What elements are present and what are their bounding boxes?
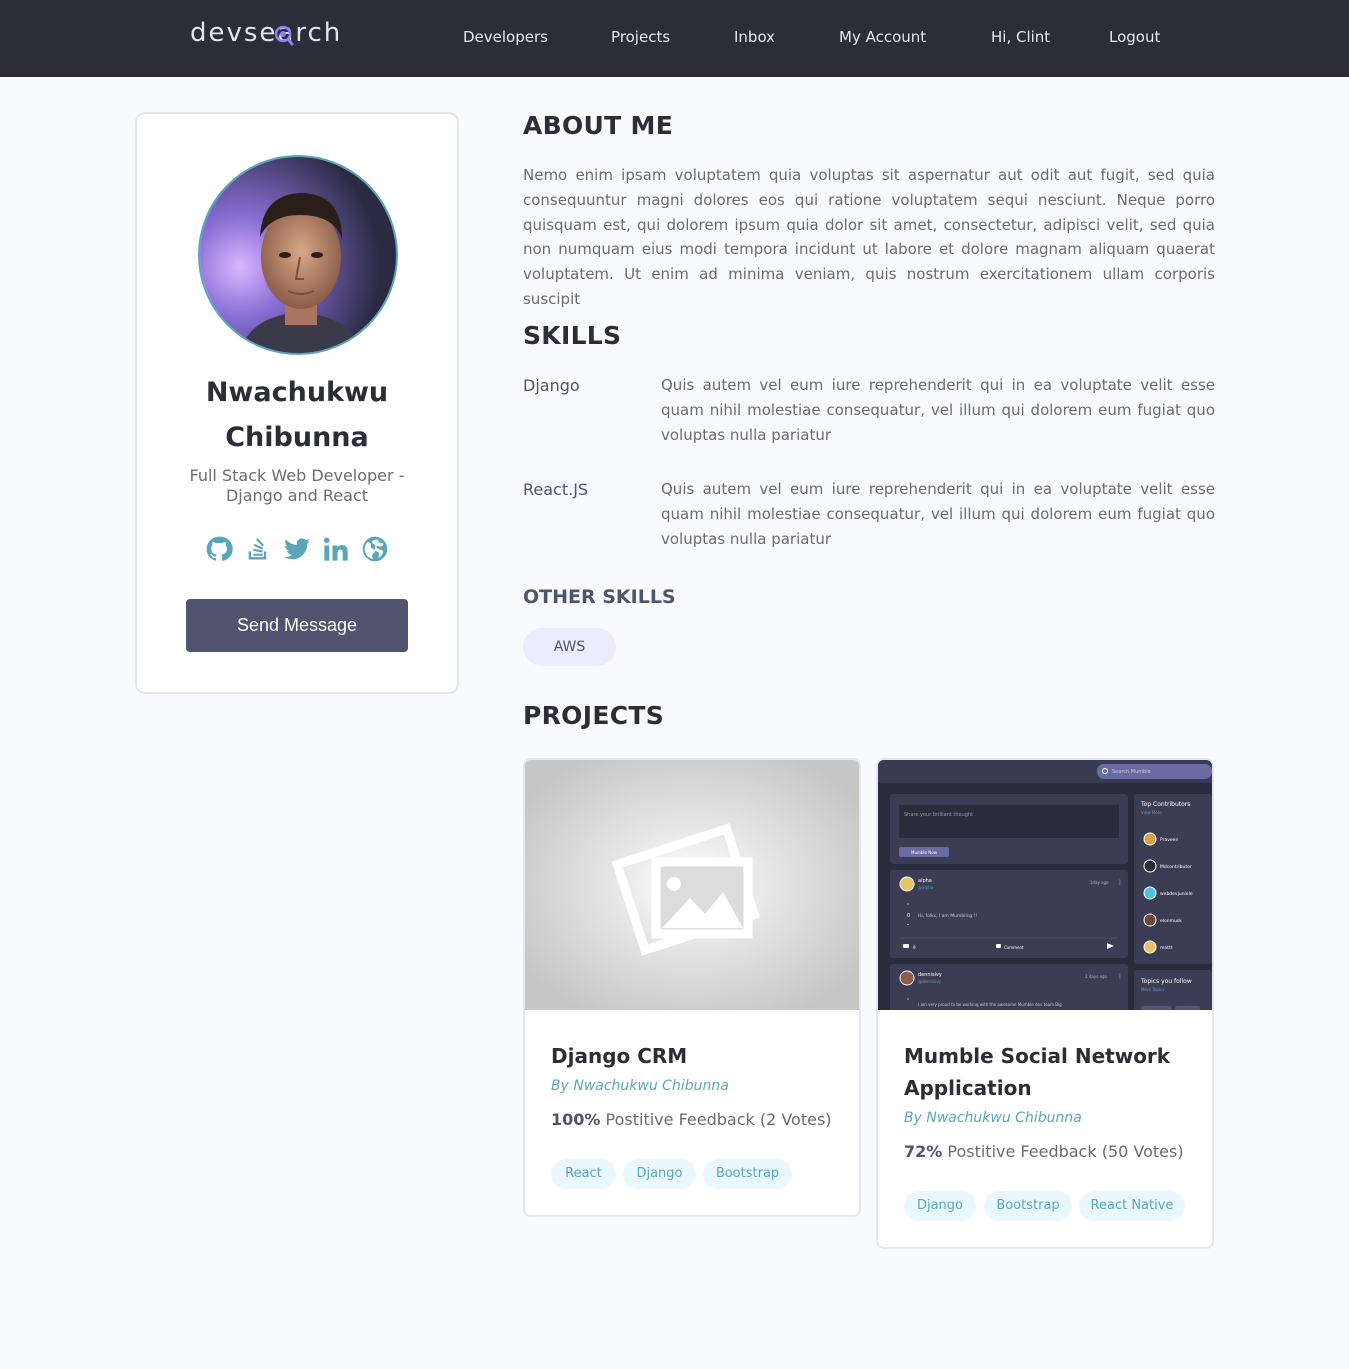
svg-text:elonmusk: elonmusk	[1160, 918, 1182, 924]
globe-icon[interactable]	[361, 535, 389, 563]
skill-name: React.JS	[523, 480, 589, 499]
other-skills-title: OTHER SKILLS	[523, 586, 676, 608]
logo-text-end: rch	[295, 18, 343, 48]
project-card[interactable]: Django CRM By Nwachukwu Chibunna 100% Po…	[523, 758, 861, 1217]
svg-text:Mumble Now: Mumble Now	[911, 850, 938, 855]
project-tag: Bootstrap	[984, 1191, 1072, 1221]
nav-my-account[interactable]: My Account	[839, 28, 926, 46]
nav-user-greeting[interactable]: Hi, Clint	[991, 28, 1050, 46]
profile-name-line2: Chibunna	[225, 422, 369, 453]
feedback-percent: 100%	[551, 1110, 601, 1129]
project-tag: Django	[623, 1159, 696, 1189]
logo-search-letter: a	[275, 18, 295, 48]
image-placeholder-icon	[525, 760, 859, 1010]
svg-text:⋮: ⋮	[1117, 973, 1123, 980]
project-author[interactable]: By Nwachukwu Chibunna	[904, 1110, 1082, 1126]
profile-role: Full Stack Web Developer - Django and Re…	[177, 466, 417, 506]
svg-text:Top Contributors: Top Contributors	[1140, 801, 1190, 808]
svg-text:I am very proud to be working: I am very proud to be working with the a…	[918, 1002, 1062, 1007]
nav-inbox[interactable]: Inbox	[734, 28, 775, 46]
logo-text-start: devse	[190, 18, 278, 48]
profile-card: Nwachukwu Chibunna Full Stack Web Develo…	[135, 112, 459, 694]
logo[interactable]: devsea rch	[190, 18, 342, 48]
svg-text:Search Mumble: Search Mumble	[1112, 769, 1151, 775]
nav-projects[interactable]: Projects	[611, 28, 670, 46]
skill-description: Quis autem vel eum iure reprehenderit qu…	[661, 376, 1215, 444]
svg-text:mattt: mattt	[1160, 945, 1173, 951]
svg-text:Share your brilliant thought: Share your brilliant thought	[904, 812, 973, 818]
profile-role-line2: Django and React	[225, 486, 369, 505]
skill-description: Quis autem vel eum iure reprehenderit qu…	[661, 480, 1215, 548]
social-links	[205, 535, 390, 565]
feedback-text: Postitive Feedback (50 Votes)	[942, 1142, 1184, 1161]
twitter-icon[interactable]	[283, 535, 311, 563]
project-thumbnail[interactable]	[525, 760, 859, 1010]
feedback-text: Postitive Feedback (2 Votes)	[600, 1110, 832, 1129]
svg-text:Comment: Comment	[1004, 945, 1024, 950]
svg-text:⌃: ⌃	[906, 903, 910, 909]
project-title[interactable]: Django CRM	[551, 1040, 841, 1072]
nav-logout[interactable]: Logout	[1109, 28, 1160, 46]
skill-tag: AWS	[523, 628, 616, 666]
about-text: Nemo enim ipsam voluptatem quia voluptas…	[523, 166, 1215, 308]
svg-text:Topics you follow: Topics you follow	[1140, 978, 1192, 985]
skill-name: Django	[523, 376, 580, 395]
project-title[interactable]: Mumble Social Network Application	[904, 1040, 1194, 1104]
nav-developers[interactable]: Developers	[463, 28, 548, 46]
svg-text:⌃: ⌃	[906, 998, 910, 1004]
profile-role-line1: Full Stack Web Developer -	[189, 466, 405, 485]
linkedin-icon[interactable]	[322, 535, 350, 563]
project-tag: React Native	[1079, 1191, 1185, 1221]
projects-title: PROJECTS	[523, 701, 665, 730]
stackoverflow-icon[interactable]	[244, 535, 272, 563]
mumble-app-screenshot: Search Mumble Share your brilliant thoug…	[878, 760, 1212, 1014]
profile-name-line1: Nwachukwu	[205, 377, 389, 408]
svg-text:@alpha: @alpha	[918, 885, 934, 890]
svg-text:dennisivy: dennisivy	[918, 972, 942, 978]
project-tag: Django	[904, 1191, 976, 1221]
svg-text:⌄: ⌄	[906, 921, 910, 927]
skills-title: SKILLS	[523, 321, 622, 350]
svg-text:View More: View More	[1141, 810, 1162, 815]
svg-text:More Topics: More Topics	[1141, 987, 1164, 992]
svg-text:⋮: ⋮	[1117, 879, 1123, 886]
profile-name: Nwachukwu Chibunna	[137, 370, 457, 460]
svg-text:Praveen: Praveen	[1160, 837, 1178, 843]
project-author[interactable]: By Nwachukwu Chibunna	[551, 1078, 729, 1094]
svg-text:alpha: alpha	[918, 878, 932, 884]
svg-text:webdevjuniele: webdevjuniele	[1160, 891, 1193, 897]
svg-text:@dennisivy: @dennisivy	[918, 979, 942, 984]
avatar	[198, 155, 398, 355]
feedback-percent: 72%	[904, 1142, 943, 1161]
about-title: ABOUT ME	[523, 111, 674, 140]
svg-text:Hi, folks, I am Mumbling !!: Hi, folks, I am Mumbling !!	[918, 913, 978, 919]
logo-search-icon	[275, 25, 294, 46]
project-tag: React	[551, 1159, 616, 1189]
send-message-button[interactable]: Send Message	[186, 599, 408, 652]
svg-text:1day ago: 1day ago	[1090, 880, 1109, 885]
project-feedback: 100% Postitive Feedback (2 Votes)	[551, 1110, 832, 1129]
svg-text:Mdcontributor: Mdcontributor	[1160, 864, 1192, 870]
avatar-image	[200, 157, 396, 353]
svg-text:0: 0	[907, 913, 910, 919]
github-icon[interactable]	[205, 535, 233, 563]
project-thumbnail[interactable]: Search Mumble Share your brilliant thoug…	[878, 760, 1212, 1014]
project-card[interactable]: Search Mumble Share your brilliant thoug…	[876, 758, 1214, 1249]
project-tag: Bootstrap	[703, 1159, 792, 1189]
svg-text:2 days ago: 2 days ago	[1085, 974, 1108, 979]
top-navbar: devsea rch Developers Projects Inbox My A…	[0, 0, 1349, 77]
project-feedback: 72% Postitive Feedback (50 Votes)	[904, 1142, 1184, 1161]
